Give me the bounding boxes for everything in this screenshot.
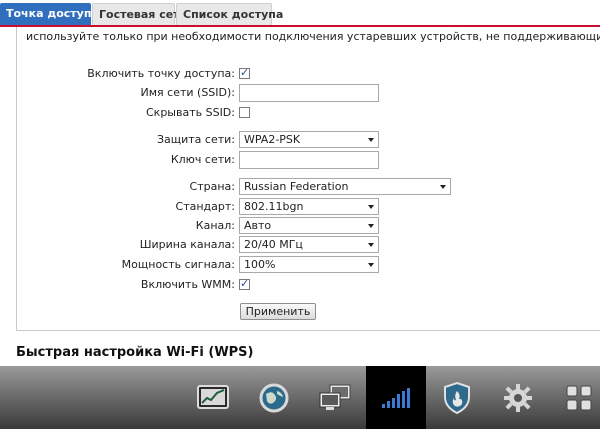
enable-ap-label: Включить точку доступа: (87, 67, 235, 80)
security-select-value: WPA2-PSK (244, 133, 301, 146)
bottom-nav-bar (0, 366, 600, 429)
ssid-input[interactable] (239, 84, 379, 102)
signal-power-select-value: 100% (244, 258, 276, 271)
tab-bar: Точка доступа Гостевая сеть Список досту… (0, 0, 600, 27)
nav-security-button[interactable] (427, 366, 487, 429)
wmm-checkbox[interactable] (239, 277, 250, 290)
channel-width-select[interactable]: 20/40 МГц (239, 236, 379, 253)
nav-home-network-button[interactable] (305, 366, 365, 429)
hide-ssid-label: Скрывать SSID: (146, 106, 235, 119)
tab-guest-network[interactable]: Гостевая сеть (92, 3, 187, 25)
ssid-label: Имя сети (SSID): (140, 86, 235, 99)
chevron-down-icon (368, 138, 374, 142)
gear-icon (504, 383, 532, 412)
channel-width-select-value: 20/40 МГц (244, 238, 303, 251)
signal-power-label: Мощность сигнала: (121, 258, 235, 271)
channel-label: Канал: (195, 219, 235, 232)
security-select[interactable]: WPA2-PSK (239, 131, 379, 148)
network-key-label: Ключ сети: (170, 153, 235, 166)
enable-ap-checkbox[interactable] (239, 66, 250, 79)
wpa-warning-text: используйте только при необходимости под… (26, 30, 600, 43)
nav-wifi-button[interactable] (366, 366, 426, 429)
chevron-down-icon (368, 263, 374, 267)
chevron-down-icon (368, 205, 374, 209)
globe-icon (259, 383, 289, 412)
wps-section-heading: Быстрая настройка Wi-Fi (WPS) (16, 345, 254, 360)
nav-monitor-button[interactable] (183, 366, 243, 429)
wifi-signal-icon (382, 387, 410, 408)
standard-label: Стандарт: (175, 200, 235, 213)
channel-select-value: Авто (244, 219, 272, 232)
apply-button[interactable]: Применить (240, 303, 316, 320)
tab-access-list[interactable]: Список доступа (176, 3, 283, 25)
wmm-label: Включить WMM: (140, 278, 235, 291)
section-divider (16, 330, 600, 331)
country-label: Страна: (189, 180, 235, 193)
chevron-down-icon (440, 185, 446, 189)
country-select-value: Russian Federation (244, 180, 349, 193)
standard-select-value: 802.11bgn (244, 200, 304, 213)
shield-icon (444, 381, 470, 414)
network-computers-icon (319, 384, 351, 410)
signal-power-select[interactable]: 100% (239, 256, 379, 273)
chevron-down-icon (368, 243, 374, 247)
network-key-input[interactable] (239, 151, 379, 169)
nav-internet-button[interactable] (244, 366, 304, 429)
panel-left-border (16, 27, 17, 330)
chevron-down-icon (368, 224, 374, 228)
apps-grid-icon (566, 385, 592, 410)
channel-width-label: Ширина канала: (139, 238, 235, 251)
nav-system-button[interactable] (488, 366, 548, 429)
standard-select[interactable]: 802.11bgn (239, 198, 379, 215)
tab-access-point[interactable]: Точка доступа (0, 3, 99, 25)
hide-ssid-checkbox[interactable] (239, 107, 250, 118)
security-label: Защита сети: (156, 133, 235, 146)
channel-select[interactable]: Авто (239, 217, 379, 234)
country-select[interactable]: Russian Federation (239, 178, 451, 195)
monitor-chart-icon (197, 384, 229, 409)
nav-apps-button[interactable] (549, 366, 600, 429)
settings-panel: используйте только при необходимости под… (0, 27, 600, 366)
